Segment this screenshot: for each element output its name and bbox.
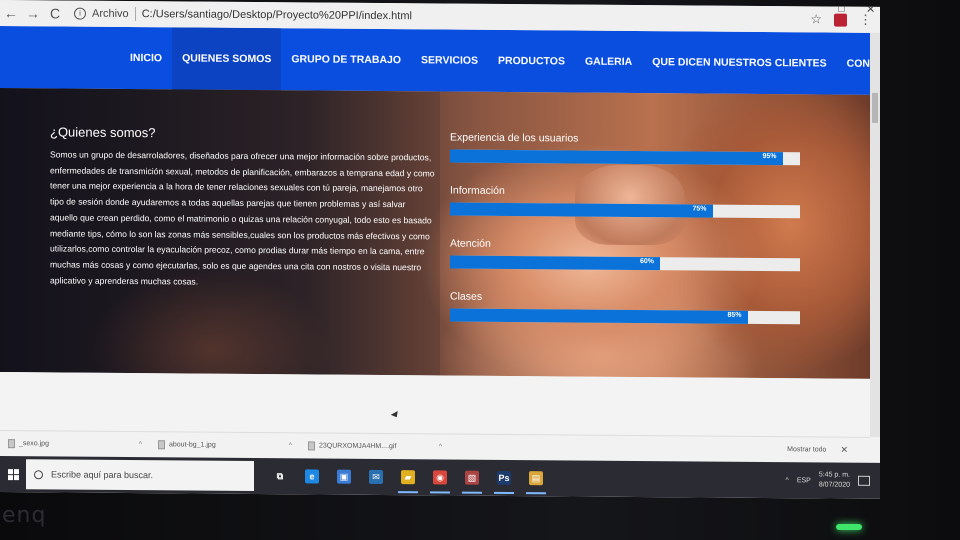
chevron-up-icon[interactable]: ^ bbox=[439, 443, 442, 450]
taskbar-app-edge[interactable]: e bbox=[296, 458, 328, 494]
nav-item-inicio[interactable]: INICIO bbox=[120, 27, 172, 89]
language-indicator[interactable]: ESP bbox=[797, 477, 811, 484]
skill-item: Experiencia de los usuarios 95% bbox=[450, 132, 805, 166]
files-icon: ▤ bbox=[529, 471, 543, 486]
page-scrollbar[interactable] bbox=[870, 32, 880, 437]
about-text: Somos un grupo de desarroladores, diseña… bbox=[50, 149, 435, 287]
nav-item-servicios[interactable]: SERVICIOS bbox=[411, 29, 488, 92]
skill-label: Experiencia de los usuarios bbox=[450, 131, 579, 145]
skill-track: 75% bbox=[450, 202, 800, 219]
download-item[interactable]: about-bg_1.jpg ^ bbox=[150, 440, 300, 450]
info-icon[interactable]: i bbox=[74, 7, 86, 20]
site-navbar: INICIO QUIENES SOMOS GRUPO DE TRABAJO SERVI… bbox=[0, 26, 870, 95]
skill-label: Atención bbox=[450, 237, 491, 250]
tray-expand-icon[interactable]: ^ bbox=[786, 477, 789, 484]
search-placeholder: Escribe aquí para buscar. bbox=[51, 469, 154, 481]
taskbar-app-file-explorer[interactable]: ▰ bbox=[392, 459, 424, 495]
file-explorer-icon: ▰ bbox=[401, 470, 415, 485]
reload-button[interactable]: C bbox=[44, 5, 66, 21]
skill-track: 85% bbox=[450, 308, 800, 325]
taskbar-app-task-view[interactable]: ⧉ bbox=[264, 458, 296, 494]
task-view-icon: ⧉ bbox=[273, 469, 287, 484]
window-restore-icon[interactable]: □ bbox=[838, 3, 845, 15]
clock-time: 5:45 p. m. bbox=[818, 471, 850, 479]
search-icon bbox=[34, 469, 43, 479]
taskbar-app-chrome[interactable]: ◉ bbox=[424, 459, 456, 495]
screen: ← → C i Archivo C:/Users/santiago/Deskto… bbox=[0, 0, 880, 499]
web-page: INICIO QUIENES SOMOS GRUPO DE TRABAJO SERVI… bbox=[0, 26, 870, 437]
skill-percent: 85% bbox=[727, 311, 742, 319]
skill-percent: 75% bbox=[692, 205, 707, 213]
windows-start-icon[interactable] bbox=[0, 456, 26, 492]
taskbar-search[interactable]: Escribe aquí para buscar. bbox=[26, 459, 254, 491]
nav-item-que-dicen-nuestros-clientes[interactable]: QUE DICEN NUESTROS CLIENTES bbox=[642, 31, 836, 95]
show-all-downloads-link[interactable]: Mostrar todo bbox=[787, 446, 826, 453]
skill-label: Clases bbox=[450, 290, 483, 303]
taskbar-apps: ⧉ e ▣ ✉ ▰ ◉ ▧ Ps ▤ bbox=[264, 458, 552, 496]
file-icon bbox=[308, 441, 315, 451]
skill-label: Información bbox=[450, 184, 505, 197]
download-filename: 23QURXOMJA4HM....gif bbox=[319, 442, 397, 451]
nav-item-quienes-somos[interactable]: QUIENES SOMOS bbox=[172, 27, 282, 91]
about-section: ¿Quienes somos? Somos un grupo de desarr… bbox=[50, 124, 435, 291]
taskbar-app-photos[interactable]: ▧ bbox=[456, 460, 488, 496]
mail-icon: ✉ bbox=[369, 469, 383, 485]
skill-progress-fill: 95% bbox=[450, 149, 783, 166]
clock-date: 8/07/2020 bbox=[818, 481, 850, 489]
monitor-frame: ← → C i Archivo C:/Users/santiago/Deskto… bbox=[0, 0, 960, 540]
nav-item-grupo-de-trabajo[interactable]: GRUPO DE TRABAJO bbox=[281, 28, 411, 91]
scheme-label: Archivo bbox=[92, 7, 129, 21]
window-close-icon[interactable]: ✕ bbox=[866, 3, 875, 16]
skill-progress-fill: 85% bbox=[450, 308, 748, 324]
taskbar-app-mail[interactable]: ✉ bbox=[360, 459, 392, 495]
photos-icon: ▧ bbox=[465, 470, 479, 485]
file-icon bbox=[8, 439, 15, 449]
taskbar-app-store[interactable]: ▣ bbox=[328, 459, 360, 495]
extension-icon[interactable] bbox=[834, 13, 847, 27]
nav-item-contacto[interactable]: CONTACTO bbox=[837, 33, 870, 96]
address-bar[interactable]: C:/Users/santiago/Desktop/Proyecto%20PPI… bbox=[142, 8, 412, 22]
skill-bars: Experiencia de los usuarios 95% Informació… bbox=[450, 132, 805, 347]
taskbar-app-files[interactable]: ▤ bbox=[520, 460, 552, 496]
download-filename: about-bg_1.jpg bbox=[169, 441, 216, 449]
clock[interactable]: 5:45 p. m. 8/07/2020 bbox=[819, 470, 850, 490]
photoshop-icon: Ps bbox=[497, 470, 511, 486]
chevron-up-icon[interactable]: ^ bbox=[139, 441, 142, 448]
download-item[interactable]: _sexo.jpg ^ bbox=[0, 439, 150, 449]
nav-item-galeria[interactable]: GALERIA bbox=[575, 31, 642, 94]
windows-taskbar: Escribe aquí para buscar. ⧉ e ▣ ✉ ▰ ◉ ▧ Ps ▤ ^ E… bbox=[0, 456, 880, 499]
skill-track: 95% bbox=[450, 149, 800, 166]
skill-percent: 60% bbox=[639, 258, 654, 266]
about-title: ¿Quienes somos? bbox=[50, 124, 156, 141]
store-icon: ▣ bbox=[337, 469, 351, 484]
back-button[interactable]: ← bbox=[0, 5, 22, 21]
skill-percent: 95% bbox=[762, 152, 777, 161]
file-icon bbox=[158, 440, 165, 450]
forward-button[interactable]: → bbox=[22, 5, 44, 21]
skill-progress-fill: 75% bbox=[450, 202, 713, 218]
skill-item: Atención 60% bbox=[450, 238, 805, 272]
download-item[interactable]: 23QURXOMJA4HM....gif ^ bbox=[300, 441, 450, 451]
skill-track: 60% bbox=[450, 255, 800, 272]
nav-item-productos[interactable]: PRODUCTOS bbox=[488, 30, 575, 93]
skill-item: Información 75% bbox=[450, 185, 805, 219]
page-blank-area bbox=[0, 372, 870, 437]
chevron-up-icon[interactable]: ^ bbox=[289, 442, 292, 449]
monitor-brand: enq bbox=[2, 503, 47, 528]
bookmark-star-icon[interactable]: ☆ bbox=[810, 11, 822, 27]
close-icon[interactable]: ✕ bbox=[840, 445, 848, 456]
address-divider bbox=[134, 7, 136, 22]
chrome-icon: ◉ bbox=[433, 470, 447, 485]
edge-icon: e bbox=[305, 469, 319, 484]
power-led bbox=[836, 524, 862, 530]
download-filename: _sexo.jpg bbox=[19, 440, 49, 448]
taskbar-app-photoshop[interactable]: Ps bbox=[488, 460, 520, 496]
system-tray: ^ ESP 5:45 p. m. 8/07/2020 bbox=[786, 470, 880, 491]
hero-section: ¿Quienes somos? Somos un grupo de desarr… bbox=[0, 88, 870, 379]
skill-item: Clases 85% bbox=[450, 291, 805, 325]
scroll-thumb[interactable] bbox=[872, 92, 878, 123]
skill-progress-fill: 60% bbox=[450, 255, 660, 271]
notifications-icon[interactable] bbox=[858, 475, 870, 486]
